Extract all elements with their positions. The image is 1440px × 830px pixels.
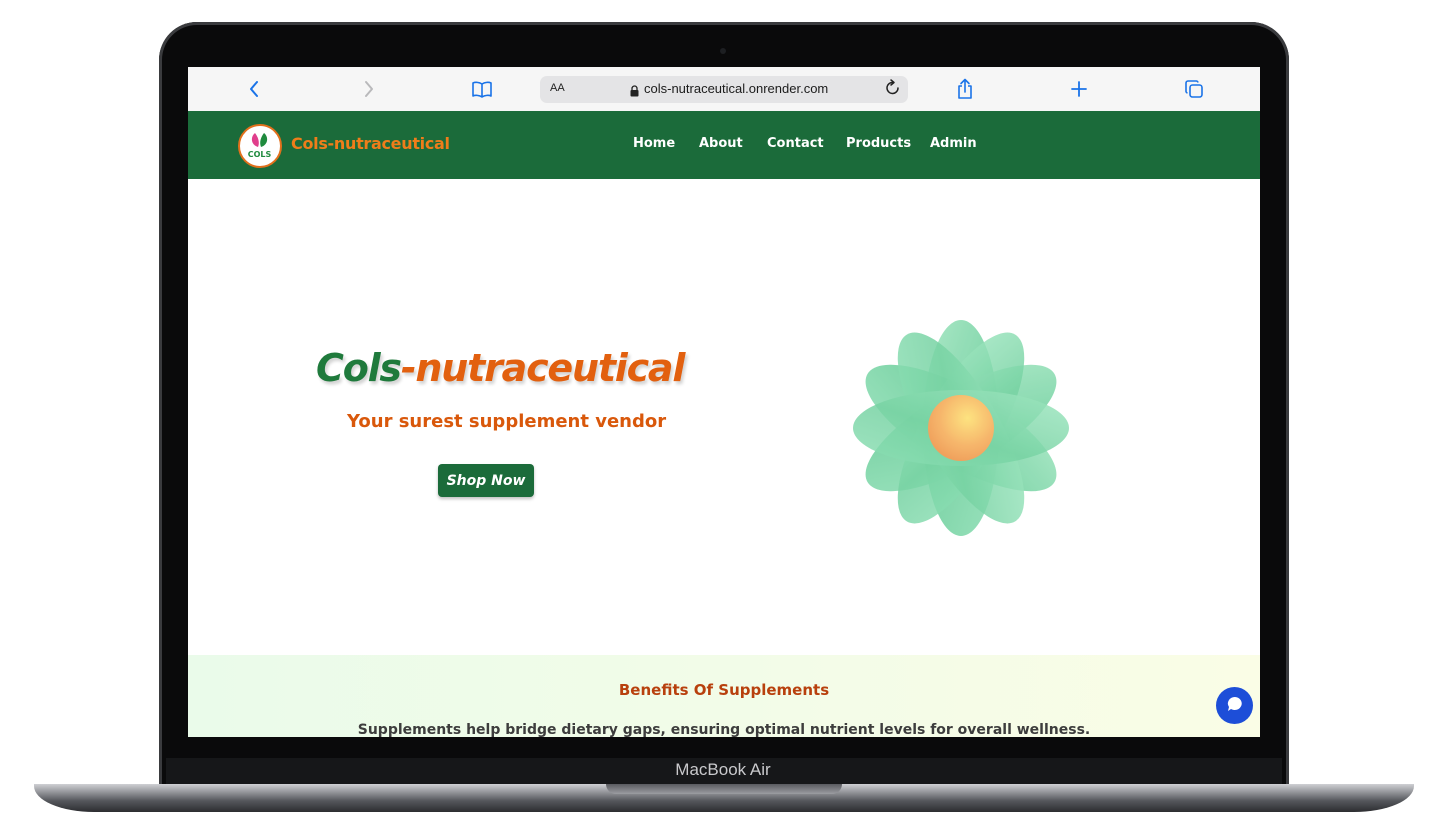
forward-icon[interactable] — [359, 77, 379, 101]
benefits-section: Benefits Of Supplements Supplements help… — [188, 655, 1260, 737]
browser-window: AA cols-nutraceutical.onrender.com COLS — [188, 67, 1260, 737]
hero-title-part1: Cols — [316, 346, 402, 390]
site-navbar: COLS Cols-nutraceutical Home About Conta… — [188, 111, 1260, 179]
back-icon[interactable] — [244, 77, 264, 101]
shop-now-button[interactable]: Shop Now — [438, 464, 534, 497]
flower-illustration — [844, 311, 1078, 549]
benefits-title: Benefits Of Supplements — [618, 681, 830, 699]
camera — [720, 48, 726, 54]
bookmarks-icon[interactable] — [470, 77, 494, 101]
tabs-icon[interactable] — [1184, 77, 1204, 101]
share-icon[interactable] — [955, 77, 975, 101]
chat-icon — [1226, 695, 1244, 717]
hero-title-part2: -nutraceutical — [400, 346, 686, 390]
browser-toolbar: AA cols-nutraceutical.onrender.com — [188, 67, 1260, 111]
logo-text: COLS — [248, 150, 272, 159]
benefits-text: Supplements help bridge dietary gaps, en… — [357, 722, 1091, 737]
nav-link-home[interactable]: Home — [633, 136, 675, 151]
chat-button[interactable] — [1216, 687, 1253, 724]
device-label: MacBook Air — [675, 760, 771, 779]
reload-icon[interactable] — [885, 78, 901, 101]
nav-link-contact[interactable]: Contact — [767, 136, 824, 151]
hero-tagline: Your surest supplement vendor — [347, 411, 667, 432]
nav-link-admin[interactable]: Admin — [930, 136, 977, 151]
logo[interactable]: COLS — [238, 124, 282, 168]
nav-link-products[interactable]: Products — [846, 136, 911, 151]
lock-icon — [630, 82, 639, 101]
hero-title: Cols-nutraceutical — [316, 346, 686, 390]
address-bar[interactable]: AA cols-nutraceutical.onrender.com — [540, 76, 908, 103]
text-size-button[interactable]: AA — [550, 82, 565, 94]
new-tab-icon[interactable] — [1069, 77, 1089, 101]
url-text: cols-nutraceutical.onrender.com — [644, 81, 829, 96]
brand-name[interactable]: Cols-nutraceutical — [291, 134, 450, 153]
nav-link-about[interactable]: About — [699, 136, 743, 151]
laptop-hinge-notch — [606, 784, 842, 794]
